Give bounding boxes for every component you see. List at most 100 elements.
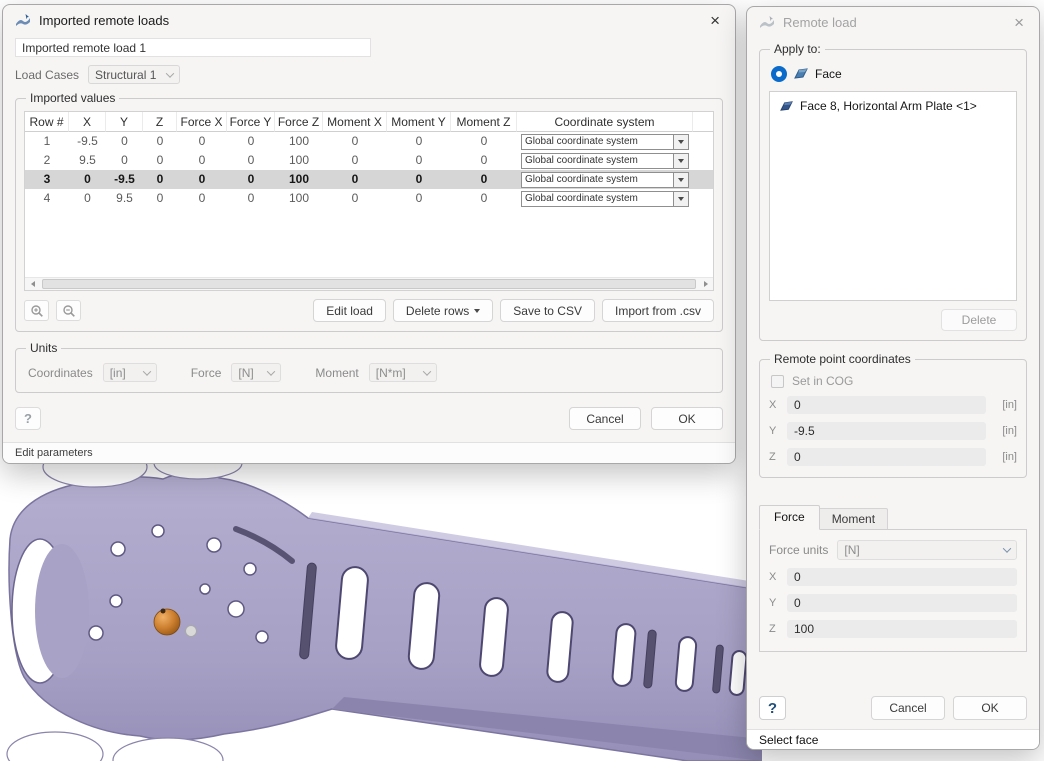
edit-load-button[interactable]: Edit load <box>313 299 386 322</box>
delete-rows-label: Delete rows <box>406 304 469 318</box>
coordinate-system-cell: Global coordinate system <box>517 189 693 208</box>
cell: 0 <box>177 151 227 170</box>
imported-loads-titlebar[interactable]: Imported remote loads × <box>3 5 735 35</box>
coordinate-system-value: Global coordinate system <box>522 173 673 187</box>
cell: 2 <box>25 151 69 170</box>
status-text: Select face <box>759 733 818 747</box>
force-label: Force <box>191 366 222 380</box>
model-plate[interactable] <box>9 473 762 761</box>
help-button[interactable]: ? <box>759 696 786 720</box>
remote-point-group: Remote point coordinates Set in COG X 0 … <box>759 359 1027 478</box>
coordinate-system-value: Global coordinate system <box>522 192 673 206</box>
ok-button[interactable]: OK <box>953 696 1027 720</box>
force-y-field[interactable]: 0 <box>787 594 1017 612</box>
coordinate-system-value: Global coordinate system <box>522 135 673 149</box>
delete-button[interactable]: Delete <box>941 309 1017 331</box>
axis-label: Z <box>769 623 779 635</box>
cell: 100 <box>275 151 323 170</box>
cell: 0 <box>177 189 227 208</box>
coordinate-system-select[interactable]: Global coordinate system <box>521 134 689 150</box>
coordinate-system-select[interactable]: Global coordinate system <box>521 153 689 169</box>
dialog-title: Remote load <box>783 15 857 30</box>
remote-load-marker[interactable] <box>154 609 180 635</box>
cell: 0 <box>106 132 143 151</box>
tab-moment[interactable]: Moment <box>820 508 888 529</box>
zoom-out-button[interactable] <box>56 300 81 321</box>
cell: 0 <box>323 170 387 189</box>
apply-to-label: Apply to: <box>770 42 825 56</box>
dropdown-button[interactable] <box>673 135 688 149</box>
unit-label: [in] <box>994 399 1017 411</box>
save-to-csv-label: Save to CSV <box>513 304 582 318</box>
status-bar: Edit parameters <box>3 442 735 463</box>
set-in-cog-checkbox[interactable] <box>771 375 784 388</box>
face-radio-row[interactable]: Face <box>769 63 1017 91</box>
zoom-in-button[interactable] <box>24 300 49 321</box>
force-field-row: Z 100 <box>769 620 1017 638</box>
table-row-selected[interactable]: 3 0 -9.5 0 0 0 100 0 0 0 Global coordina… <box>25 170 713 189</box>
table-horizontal-scrollbar[interactable] <box>25 277 713 290</box>
coordinates-unit-select[interactable]: [in] <box>103 363 157 382</box>
set-in-cog-row[interactable]: Set in COG <box>771 374 1015 388</box>
x-coordinate-field[interactable]: 0 <box>787 396 986 414</box>
face-radio-button[interactable] <box>771 66 787 82</box>
scrollbar-track[interactable] <box>40 278 698 290</box>
column-header: Y <box>106 112 143 132</box>
y-coordinate-field[interactable]: -9.5 <box>787 422 986 440</box>
cancel-button[interactable]: Cancel <box>871 696 945 720</box>
scroll-left-button[interactable] <box>25 278 40 290</box>
set-in-cog-label: Set in COG <box>792 374 853 388</box>
cell: 0 <box>387 170 451 189</box>
save-to-csv-button[interactable]: Save to CSV <box>500 299 595 322</box>
status-text: Edit parameters <box>15 447 93 459</box>
scroll-right-button[interactable] <box>698 278 713 290</box>
force-units-value: [N] <box>844 543 859 557</box>
close-icon[interactable]: × <box>707 12 723 29</box>
table-row[interactable]: 1 -9.5 0 0 0 0 100 0 0 0 Global coordina… <box>25 132 713 151</box>
cell-empty <box>693 151 713 170</box>
load-name-input[interactable] <box>15 38 371 57</box>
coordinate-system-select[interactable]: Global coordinate system <box>521 191 689 207</box>
reference-sphere <box>186 626 197 637</box>
help-button[interactable]: ? <box>15 407 41 430</box>
cell: 0 <box>387 132 451 151</box>
table-row[interactable]: 4 0 9.5 0 0 0 100 0 0 0 Global coordinat… <box>25 189 713 208</box>
model-viewport[interactable] <box>0 461 762 761</box>
coordinate-system-cell: Global coordinate system <box>517 132 693 151</box>
coordinate-system-cell: Global coordinate system <box>517 170 693 189</box>
coordinate-system-value: Global coordinate system <box>522 154 673 168</box>
tab-moment-label: Moment <box>832 512 875 526</box>
axis-label: X <box>769 399 779 411</box>
load-case-select[interactable]: Structural 1 <box>88 65 180 84</box>
remote-load-marker-pin <box>161 609 166 614</box>
force-unit-value: [N] <box>238 366 253 380</box>
force-x-field[interactable]: 0 <box>787 568 1017 586</box>
import-from-csv-button[interactable]: Import from .csv <box>602 299 714 322</box>
face-list-item[interactable]: Face 8, Horizontal Arm Plate <1> <box>774 97 1012 115</box>
force-z-field[interactable]: 100 <box>787 620 1017 638</box>
cancel-button[interactable]: Cancel <box>569 407 641 430</box>
coordinate-system-select[interactable]: Global coordinate system <box>521 172 689 188</box>
face-selection-list[interactable]: Face 8, Horizontal Arm Plate <1> <box>769 91 1017 301</box>
cell: 9.5 <box>106 189 143 208</box>
ok-button[interactable]: OK <box>651 407 723 430</box>
dialog-footer: ? Cancel OK <box>759 696 1027 720</box>
cancel-label: Cancel <box>586 412 623 426</box>
table-row[interactable]: 2 9.5 0 0 0 0 100 0 0 0 Global coordinat… <box>25 151 713 170</box>
face-radio-label: Face <box>815 67 842 81</box>
close-icon[interactable]: × <box>1011 14 1027 31</box>
remote-load-titlebar[interactable]: Remote load × <box>747 7 1039 37</box>
z-coordinate-field[interactable]: 0 <box>787 448 986 466</box>
force-units-label: Force units <box>769 543 828 557</box>
column-header: Coordinate system <box>517 112 693 132</box>
force-units-select[interactable]: [N] <box>837 540 1017 560</box>
remote-load-icon <box>759 14 775 30</box>
tab-force[interactable]: Force <box>759 505 820 530</box>
dropdown-button[interactable] <box>673 154 688 168</box>
scrollbar-thumb[interactable] <box>42 279 696 289</box>
delete-rows-button[interactable]: Delete rows <box>393 299 493 322</box>
moment-unit-select[interactable]: [N*m] <box>369 363 437 382</box>
force-unit-select[interactable]: [N] <box>231 363 281 382</box>
dropdown-button[interactable] <box>673 173 688 187</box>
dropdown-button[interactable] <box>673 192 688 206</box>
